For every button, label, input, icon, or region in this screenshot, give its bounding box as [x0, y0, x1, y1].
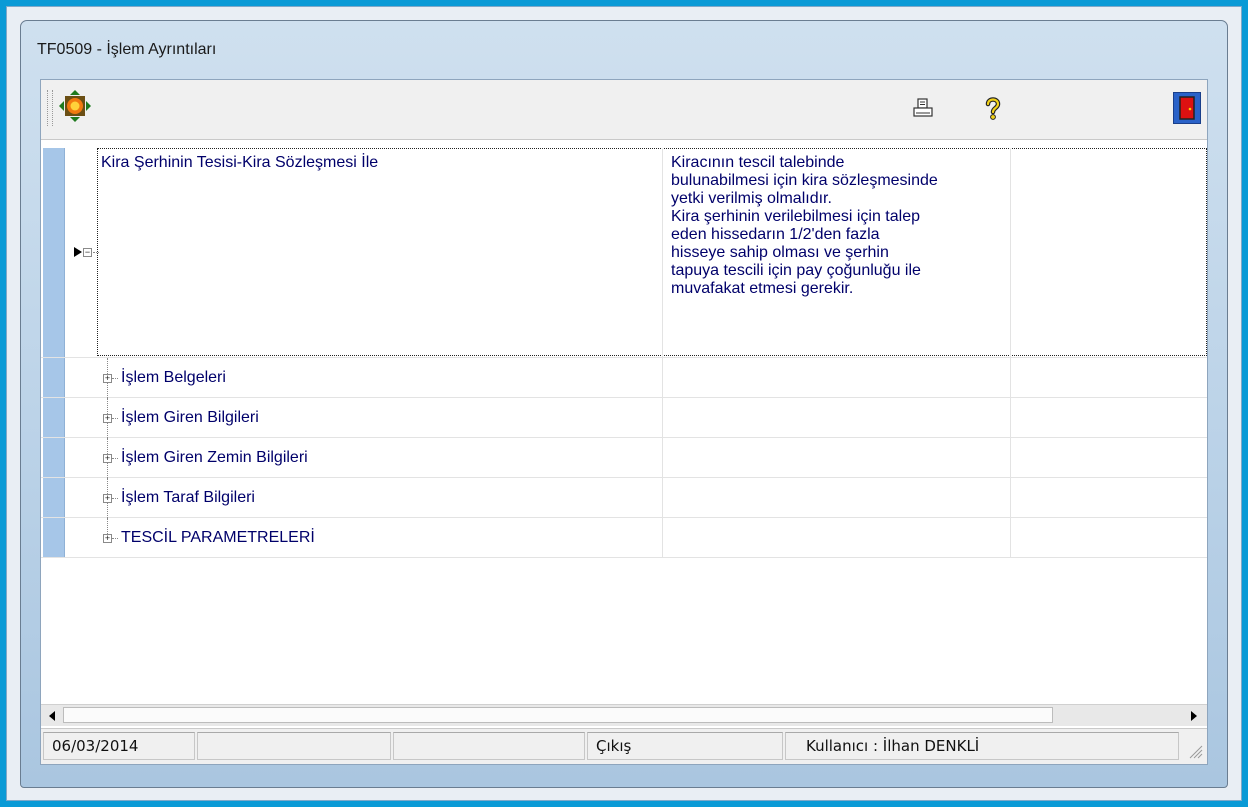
row-indicator[interactable]	[43, 358, 65, 397]
note-line: yetki verilmiş olmalıdır.	[671, 190, 832, 207]
note-line: eden hissedarın 1/2'den fazla	[671, 226, 880, 243]
help-icon[interactable]	[979, 94, 1007, 122]
toolbar-grip[interactable]	[47, 90, 53, 126]
resize-grip-icon[interactable]	[1187, 743, 1203, 759]
client-area: − Kira Şerhinin Tesisi-Kira Sözleşmesi İ…	[40, 79, 1208, 765]
tree-label-cell[interactable]: İşlem Belgeleri	[97, 358, 663, 397]
operation-note-cell[interactable]: Kiracının tescil talebinde bulunabilmesi…	[663, 148, 1011, 357]
tree-label-cell[interactable]: TESCİL PARAMETRELERİ	[97, 518, 663, 557]
status-bar: 06/03/2014 Çıkış Kullanıcı : İlhan DENKL…	[41, 728, 1207, 764]
empty-cell	[663, 518, 1011, 557]
operation-title: Kira Şerhinin Tesisi-Kira Sözleşmesi İle	[101, 154, 379, 171]
tree-label-cell[interactable]: İşlem Giren Bilgileri	[97, 398, 663, 437]
tree-node-label: İşlem Giren Zemin Bilgileri	[121, 449, 308, 466]
tree-node-label: İşlem Taraf Bilgileri	[121, 489, 255, 506]
status-date: 06/03/2014	[43, 732, 195, 760]
empty-cell	[663, 358, 1011, 397]
toolbar	[41, 80, 1207, 140]
note-line: bulunabilmesi için kira sözleşmesinde	[671, 172, 938, 189]
tree-node-label: İşlem Giren Bilgileri	[121, 409, 259, 426]
scroll-right-button[interactable]	[1185, 707, 1203, 725]
date-text: 06/03/2014	[52, 737, 139, 755]
printer-icon[interactable]	[909, 94, 937, 122]
scroll-left-button[interactable]	[43, 707, 61, 725]
tree-node-label: TESCİL PARAMETRELERİ	[121, 529, 315, 546]
note-line: Kiracının tescil talebinde	[671, 154, 845, 171]
row-indicator[interactable]	[43, 148, 65, 357]
status-panel-2	[197, 732, 391, 760]
detail-tree-grid: − Kira Şerhinin Tesisi-Kira Sözleşmesi İ…	[41, 148, 1207, 700]
row-indicator[interactable]	[43, 438, 65, 477]
row-indicator[interactable]	[43, 478, 65, 517]
tree-label-cell[interactable]: İşlem Giren Zemin Bilgileri	[97, 438, 663, 477]
tree-row-tescil-parametreleri[interactable]: + TESCİL PARAMETRELERİ	[41, 518, 1207, 558]
empty-cell	[663, 398, 1011, 437]
status-panel-3	[393, 732, 585, 760]
tree-row-islem-belgeleri[interactable]: + İşlem Belgeleri	[41, 358, 1207, 398]
status-exit[interactable]: Çıkış	[587, 732, 783, 760]
operation-title-cell[interactable]: Kira Şerhinin Tesisi-Kira Sözleşmesi İle	[97, 148, 663, 357]
empty-cell	[663, 478, 1011, 517]
user-label: Kullanıcı : İlhan DENKLİ	[806, 737, 980, 755]
app-window: TF0509 - İşlem Ayrıntıları − Kira Şerhin…	[20, 20, 1228, 788]
row-indicator[interactable]	[43, 518, 65, 557]
note-line: muvafakat etmesi gerekir.	[671, 280, 854, 297]
note-line: tapuya tescili için pay çoğunluğu ile	[671, 262, 921, 279]
exit-door-icon[interactable]	[1173, 92, 1201, 124]
horizontal-scrollbar[interactable]	[41, 704, 1207, 726]
row-indicator[interactable]	[43, 398, 65, 437]
tree-node-label: İşlem Belgeleri	[121, 369, 226, 386]
tree-row-islem-giren-zemin-bilgileri[interactable]: + İşlem Giren Zemin Bilgileri	[41, 438, 1207, 478]
empty-cell	[663, 438, 1011, 477]
status-user: Kullanıcı : İlhan DENKLİ	[785, 732, 1179, 760]
tree-row-main[interactable]: − Kira Şerhinin Tesisi-Kira Sözleşmesi İ…	[41, 148, 1207, 358]
collapse-icon[interactable]: −	[83, 248, 92, 257]
title-bar[interactable]: TF0509 - İşlem Ayrıntıları	[21, 21, 1227, 79]
tree-label-cell[interactable]: İşlem Taraf Bilgileri	[97, 478, 663, 517]
note-line: Kira şerhinin verilebilmesi için talep	[671, 208, 920, 225]
tree-row-islem-giren-bilgileri[interactable]: + İşlem Giren Bilgileri	[41, 398, 1207, 438]
tree-row-islem-taraf-bilgileri[interactable]: + İşlem Taraf Bilgileri	[41, 478, 1207, 518]
navigator-icon[interactable]	[57, 88, 93, 124]
scroll-thumb[interactable]	[63, 707, 1053, 723]
note-line: hisseye sahip olması ve şerhin	[671, 244, 889, 261]
current-row-arrow-icon	[74, 247, 82, 257]
exit-label[interactable]: Çıkış	[596, 737, 631, 755]
window-title: TF0509 - İşlem Ayrıntıları	[37, 41, 217, 58]
